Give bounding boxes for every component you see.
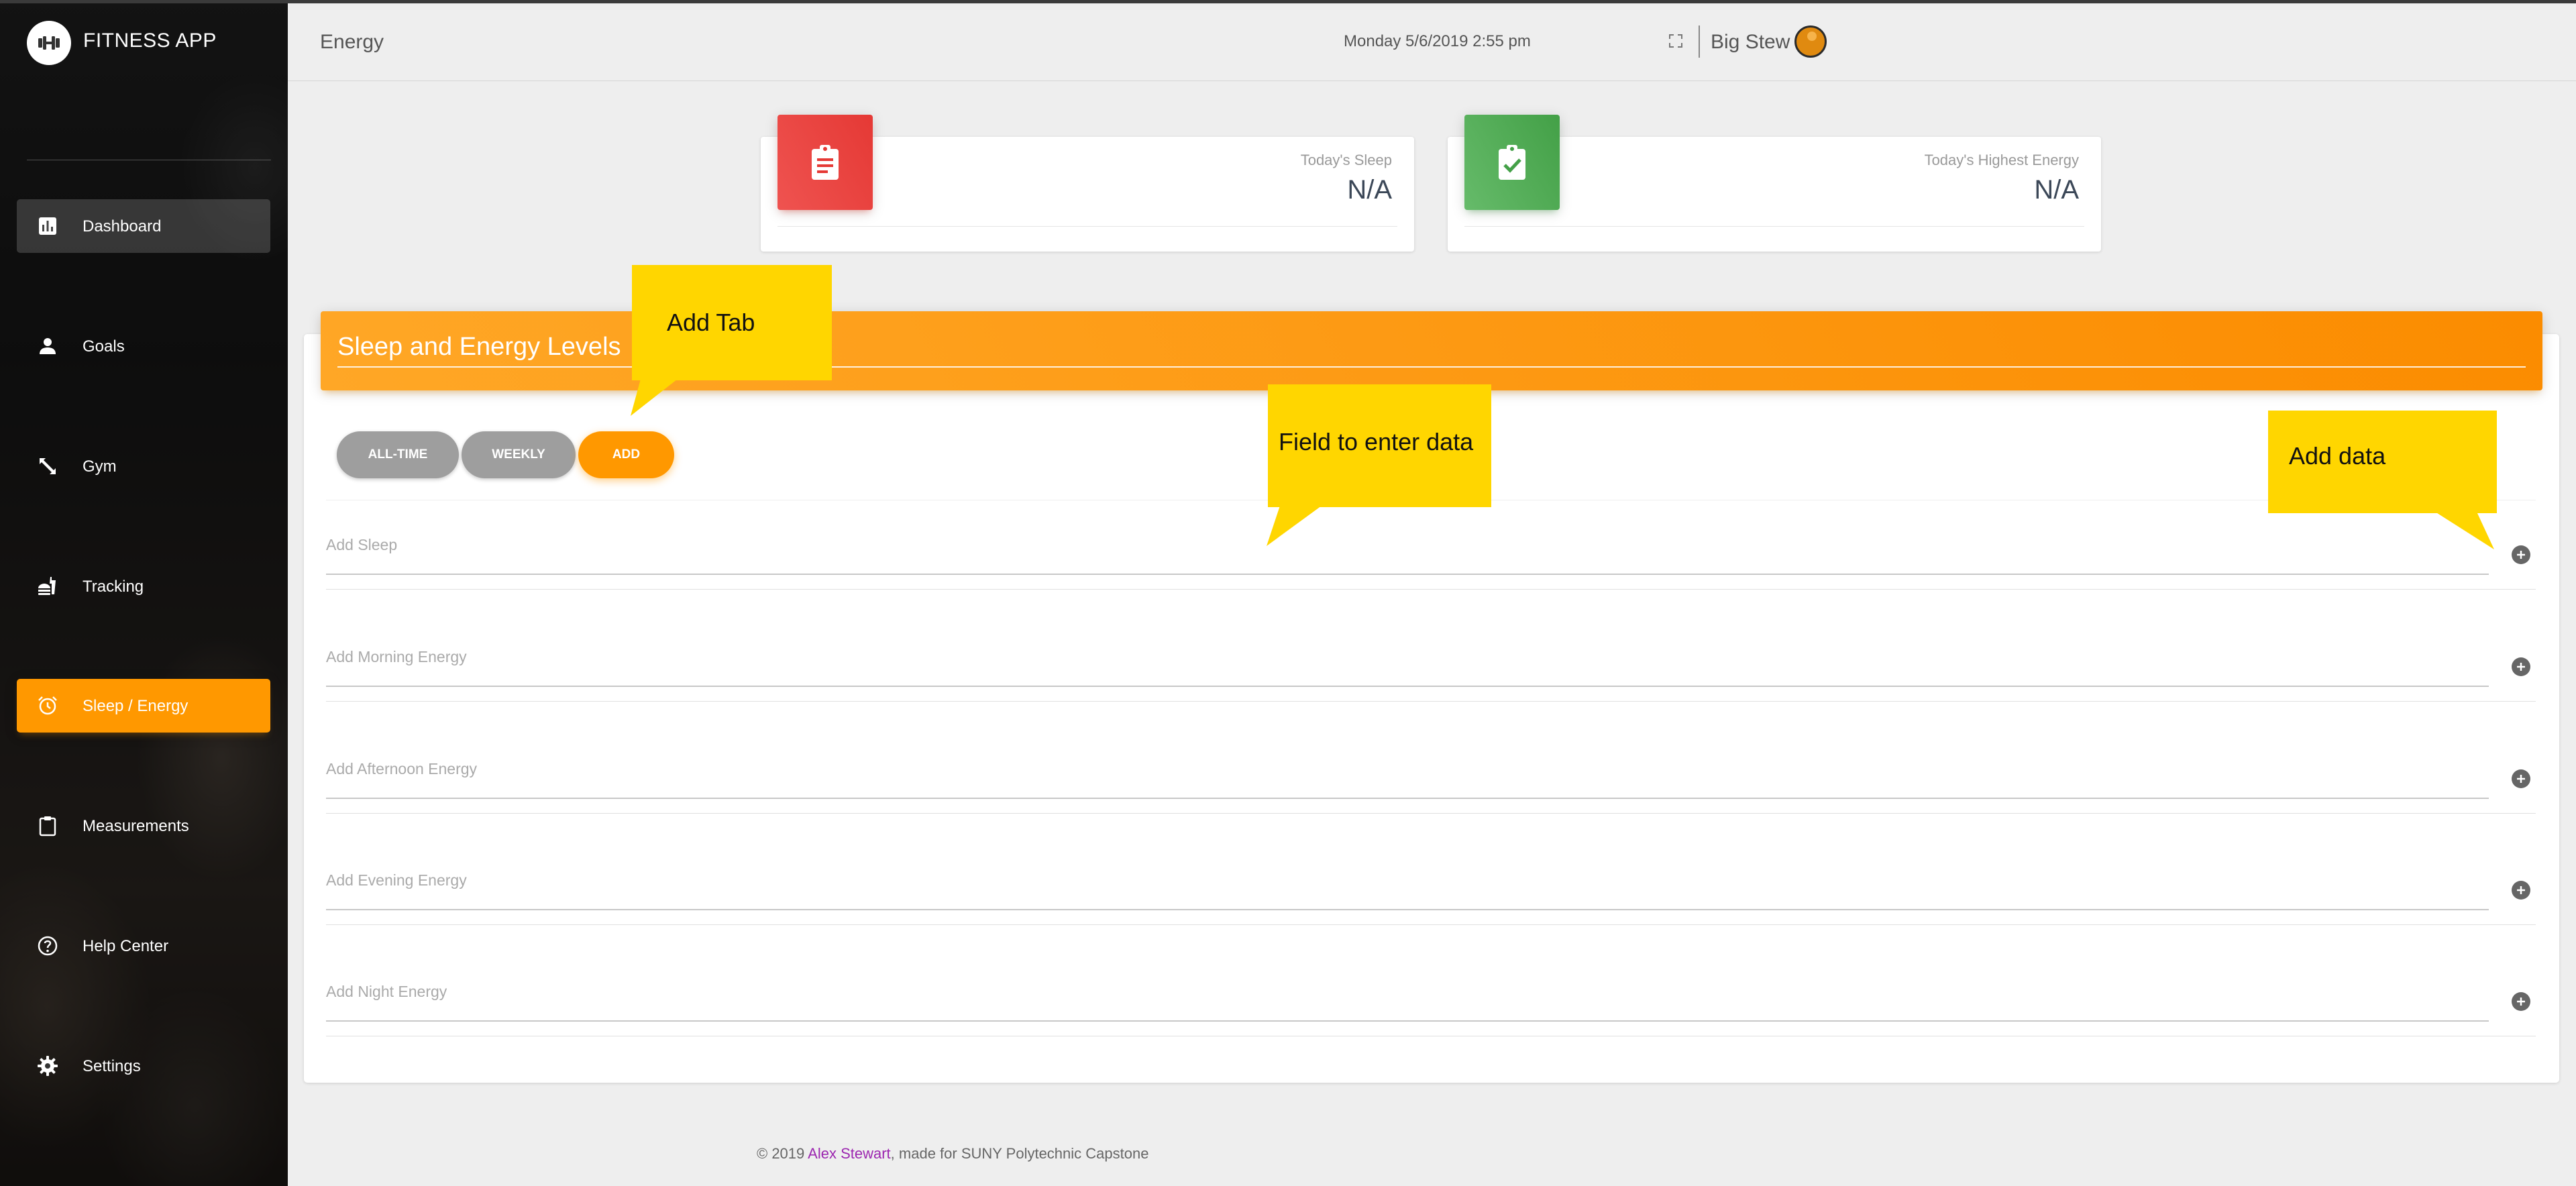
add-afternoon-energy-row: Add Afternoon Energy [326,759,2536,853]
app-logo[interactable]: FITNESS APP [0,0,288,81]
field-label: Add Sleep [326,536,398,553]
sidebar-item-label: Help Center [83,937,169,955]
row-separator [326,701,2536,702]
sidebar-item-measurements[interactable]: Measurements [17,799,270,853]
sidebar-item-label: Gym [83,457,117,476]
field-label: Add Morning Energy [326,648,467,665]
stat-label: Today's Sleep [1300,152,1392,168]
add-morning-energy-button[interactable] [2512,657,2530,676]
field-underline [326,574,2489,575]
stat-value: N/A [2034,175,2079,205]
sidebar-item-sleep-energy[interactable]: Sleep / Energy [17,679,270,733]
callout-tail [631,379,678,416]
window-top-border [0,0,2576,3]
callout-add-data: Add data [2268,411,2497,513]
plus-icon [2517,998,2525,1006]
tab-add[interactable]: ADD [578,431,674,478]
clipboard-icon [39,816,56,837]
add-night-energy-input[interactable] [326,981,2489,1020]
footer-credit: , made for SUNY Polytechnic Capstone [890,1145,1149,1162]
callout-text: Add Tab [667,309,755,336]
sidebar-item-label: Settings [83,1057,141,1075]
plus-icon [2517,663,2525,671]
sleep-stat-card: Today's Sleep N/A [761,115,1414,252]
fastfood-icon [38,577,56,595]
field-underline [326,798,2489,799]
add-evening-energy-input[interactable] [326,870,2489,909]
callout-text: Field to enter data [1279,428,1474,455]
field-label: Add Night Energy [326,983,447,1000]
add-afternoon-energy-input[interactable] [326,759,2489,798]
stat-divider [1464,226,2084,227]
add-evening-energy-button[interactable] [2512,881,2530,900]
sidebar-item-help-center[interactable]: Help Center [17,919,270,973]
callout-tail [2435,512,2494,549]
sidebar-item-label: Tracking [83,578,144,596]
sidebar: FITNESS APP Dashboard Goals Gym Tracking… [0,0,288,1186]
sidebar-item-gym[interactable]: Gym [17,439,270,493]
sidebar-item-label: Dashboard [83,217,162,235]
person-icon [40,338,56,354]
dumbbell-icon [27,21,71,65]
plus-icon [2517,886,2525,894]
sidebar-item-goals[interactable]: Goals [17,319,270,373]
sidebar-item-label: Goals [83,337,125,356]
assignment-icon [777,115,873,210]
add-night-energy-button[interactable] [2512,992,2530,1011]
tab-weekly[interactable]: WEEKLY [462,431,576,478]
plus-icon [2517,775,2525,783]
card-title: Sleep and Energy Levels [337,333,621,361]
sidebar-item-settings[interactable]: Settings [17,1039,270,1093]
sidebar-item-dashboard[interactable]: Dashboard [17,199,270,253]
row-separator [326,813,2536,814]
header-separator [1699,25,1700,58]
page-title: Energy [320,31,384,53]
plus-icon [2517,551,2525,559]
callout-field-to-enter-data: Field to enter data [1268,384,1491,507]
sidebar-item-label: Measurements [83,817,189,835]
add-afternoon-energy-button[interactable] [2512,769,2530,788]
footer: © 2019 Alex Stewart, made for SUNY Polyt… [757,1145,1148,1163]
field-label: Add Afternoon Energy [326,760,478,777]
stat-value: N/A [1347,175,1392,205]
callout-text: Add data [2289,442,2386,470]
field-underline [326,686,2489,687]
app-name: FITNESS APP [83,30,217,52]
callout-add-tab: Add Tab [632,265,832,380]
current-datetime: Monday 5/6/2019 2:55 pm [1344,32,1531,50]
add-night-energy-row: Add Night Energy [326,981,2536,1075]
assignment-check-icon [1464,115,1560,210]
field-underline [326,909,2489,910]
fullscreen-icon[interactable] [1668,34,1683,48]
footer-copyright: © 2019 [757,1145,808,1162]
stat-label: Today's Highest Energy [1924,152,2079,168]
add-sleep-button[interactable] [2512,545,2530,564]
top-navbar: Energy Monday 5/6/2019 2:55 pm Big Stew [288,0,2576,81]
row-separator [326,589,2536,590]
add-morning-energy-input[interactable] [326,647,2489,686]
user-name[interactable]: Big Stew [1711,31,1790,54]
bar-chart-icon [39,217,56,235]
header-divider [288,80,2576,81]
sidebar-item-tracking[interactable]: Tracking [17,559,270,613]
add-sleep-row: Add Sleep [326,535,2536,629]
stat-divider [777,226,1397,227]
energy-stat-card: Today's Highest Energy N/A [1448,115,2101,252]
expand-arrows-icon [40,458,56,474]
field-label: Add Evening Energy [326,871,467,889]
footer-author-link[interactable]: Alex Stewart [808,1145,891,1162]
gear-icon [38,1056,58,1076]
add-evening-energy-row: Add Evening Energy [326,870,2536,964]
field-underline [326,1020,2489,1022]
sidebar-item-label: Sleep / Energy [83,697,189,715]
tab-all-time[interactable]: ALL-TIME [337,431,459,478]
add-morning-energy-row: Add Morning Energy [326,647,2536,741]
callout-tail [1267,506,1322,546]
avatar[interactable] [1794,25,1827,58]
row-separator [326,924,2536,925]
alarm-icon [38,696,57,715]
add-sleep-input[interactable] [326,535,2489,574]
help-circle-icon [38,936,58,956]
